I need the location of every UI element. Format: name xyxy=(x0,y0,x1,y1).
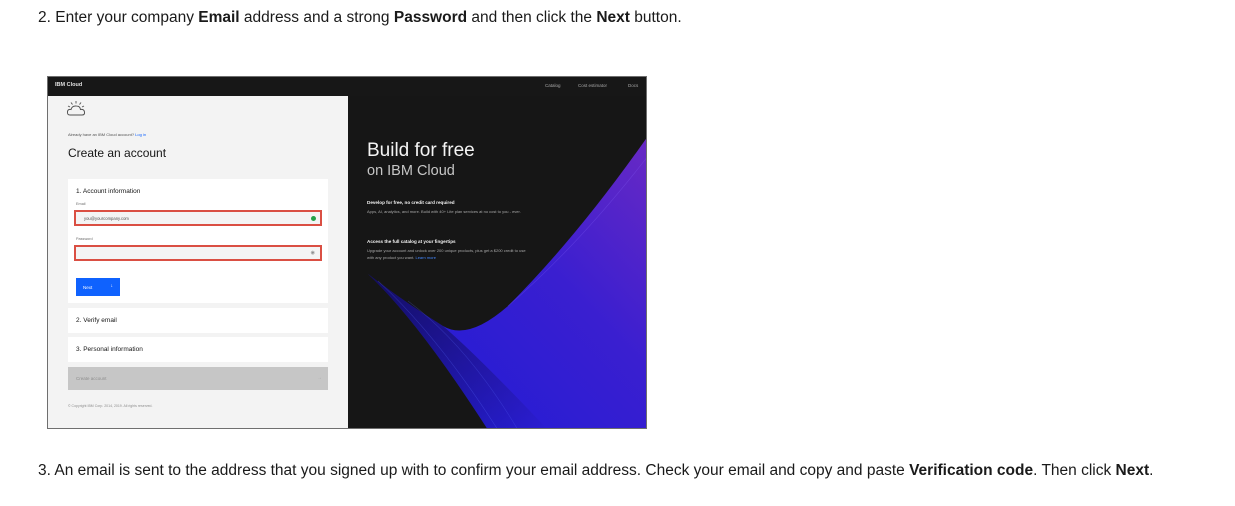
login-prompt: Already have an IBM Cloud account? Log i… xyxy=(68,132,146,137)
section-title: 1. Account information xyxy=(76,188,141,195)
nav-cost-estimator[interactable]: Cost estimator xyxy=(578,83,607,88)
personal-information-section[interactable]: 3. Personal information xyxy=(68,337,328,362)
nav-docs[interactable]: Docs xyxy=(628,83,638,88)
email-field[interactable]: you@yourcompany.com xyxy=(74,210,322,226)
brand-logo[interactable]: IBM Cloud xyxy=(55,82,82,88)
next-button-label: Next xyxy=(83,284,93,290)
step-2-text: address and a strong xyxy=(239,9,394,26)
create-account-label: Create account xyxy=(76,376,107,381)
step-3-code-bold: Verification code xyxy=(909,462,1034,479)
hero-subtitle: on IBM Cloud xyxy=(367,163,455,179)
verify-email-section[interactable]: 2. Verify email xyxy=(68,308,328,333)
promo-heading: Access the full catalog at your fingerti… xyxy=(367,239,456,244)
step-2-email-bold: Email xyxy=(198,9,240,26)
hero-title: Build for free xyxy=(367,140,475,161)
step-2-instruction: 2. Enter your company Email address and … xyxy=(38,8,682,28)
password-label: Password xyxy=(76,237,93,241)
promo-body: Upgrade your account and unlock over 200… xyxy=(367,248,526,260)
nav-catalog[interactable]: Catalog xyxy=(545,83,561,88)
learn-more-link[interactable]: Learn more xyxy=(415,255,435,260)
hero-panel: Build for free on IBM Cloud Develop for … xyxy=(348,96,646,428)
step-2-text: and then click the xyxy=(467,9,597,26)
ibm-cloud-icon xyxy=(66,101,86,116)
signup-screenshot: IBM Cloud Catalog Cost estimator Docs Al… xyxy=(47,76,647,429)
email-value: you@yourcompany.com xyxy=(84,216,129,221)
step-3-instruction: 3. An email is sent to the address that … xyxy=(38,461,1153,481)
promo-text: Apps, AI, analytics, and more. Build wit… xyxy=(367,209,521,214)
section-title: 3. Personal information xyxy=(76,346,143,353)
checkmark-dot-icon xyxy=(311,216,316,221)
step-3-text: 3. An email is sent to the address that … xyxy=(38,462,910,479)
step-2-text: button. xyxy=(629,9,682,26)
top-nav-bar: IBM Cloud Catalog Cost estimator Docs xyxy=(48,77,646,96)
promo-text: Upgrade your account and unlock over 200… xyxy=(367,247,527,261)
password-field[interactable]: ◉ xyxy=(74,245,322,261)
account-information-section: 1. Account information Email you@yourcom… xyxy=(68,179,328,303)
login-prompt-text: Already have an IBM Cloud account? xyxy=(68,132,135,137)
section-title: 2. Verify email xyxy=(76,317,117,324)
next-button[interactable]: Next ↓ xyxy=(76,278,120,296)
email-label: Email xyxy=(76,202,86,206)
promo-heading: Develop for free, no credit card require… xyxy=(367,200,455,205)
signup-form-panel: Already have an IBM Cloud account? Log i… xyxy=(48,96,348,428)
arrow-right-icon: ↓ xyxy=(110,283,114,289)
step-3-text: . Then click xyxy=(1033,462,1116,479)
create-account-button[interactable]: Create account → xyxy=(68,367,328,390)
step-2-next-bold: Next xyxy=(596,9,630,26)
step-2-text: 2. Enter your company xyxy=(38,9,199,26)
copyright-text: © Copyright IBM Corp. 2014, 2019. All ri… xyxy=(68,404,153,408)
page-title: Create an account xyxy=(68,146,167,160)
step-3-next-bold: Next xyxy=(1115,462,1150,479)
step-2-password-bold: Password xyxy=(393,9,468,26)
step-3-text: . xyxy=(1149,462,1154,479)
arrow-right-icon: → xyxy=(317,375,322,381)
eye-icon[interactable]: ◉ xyxy=(311,251,315,256)
login-link[interactable]: Log in xyxy=(135,132,146,137)
